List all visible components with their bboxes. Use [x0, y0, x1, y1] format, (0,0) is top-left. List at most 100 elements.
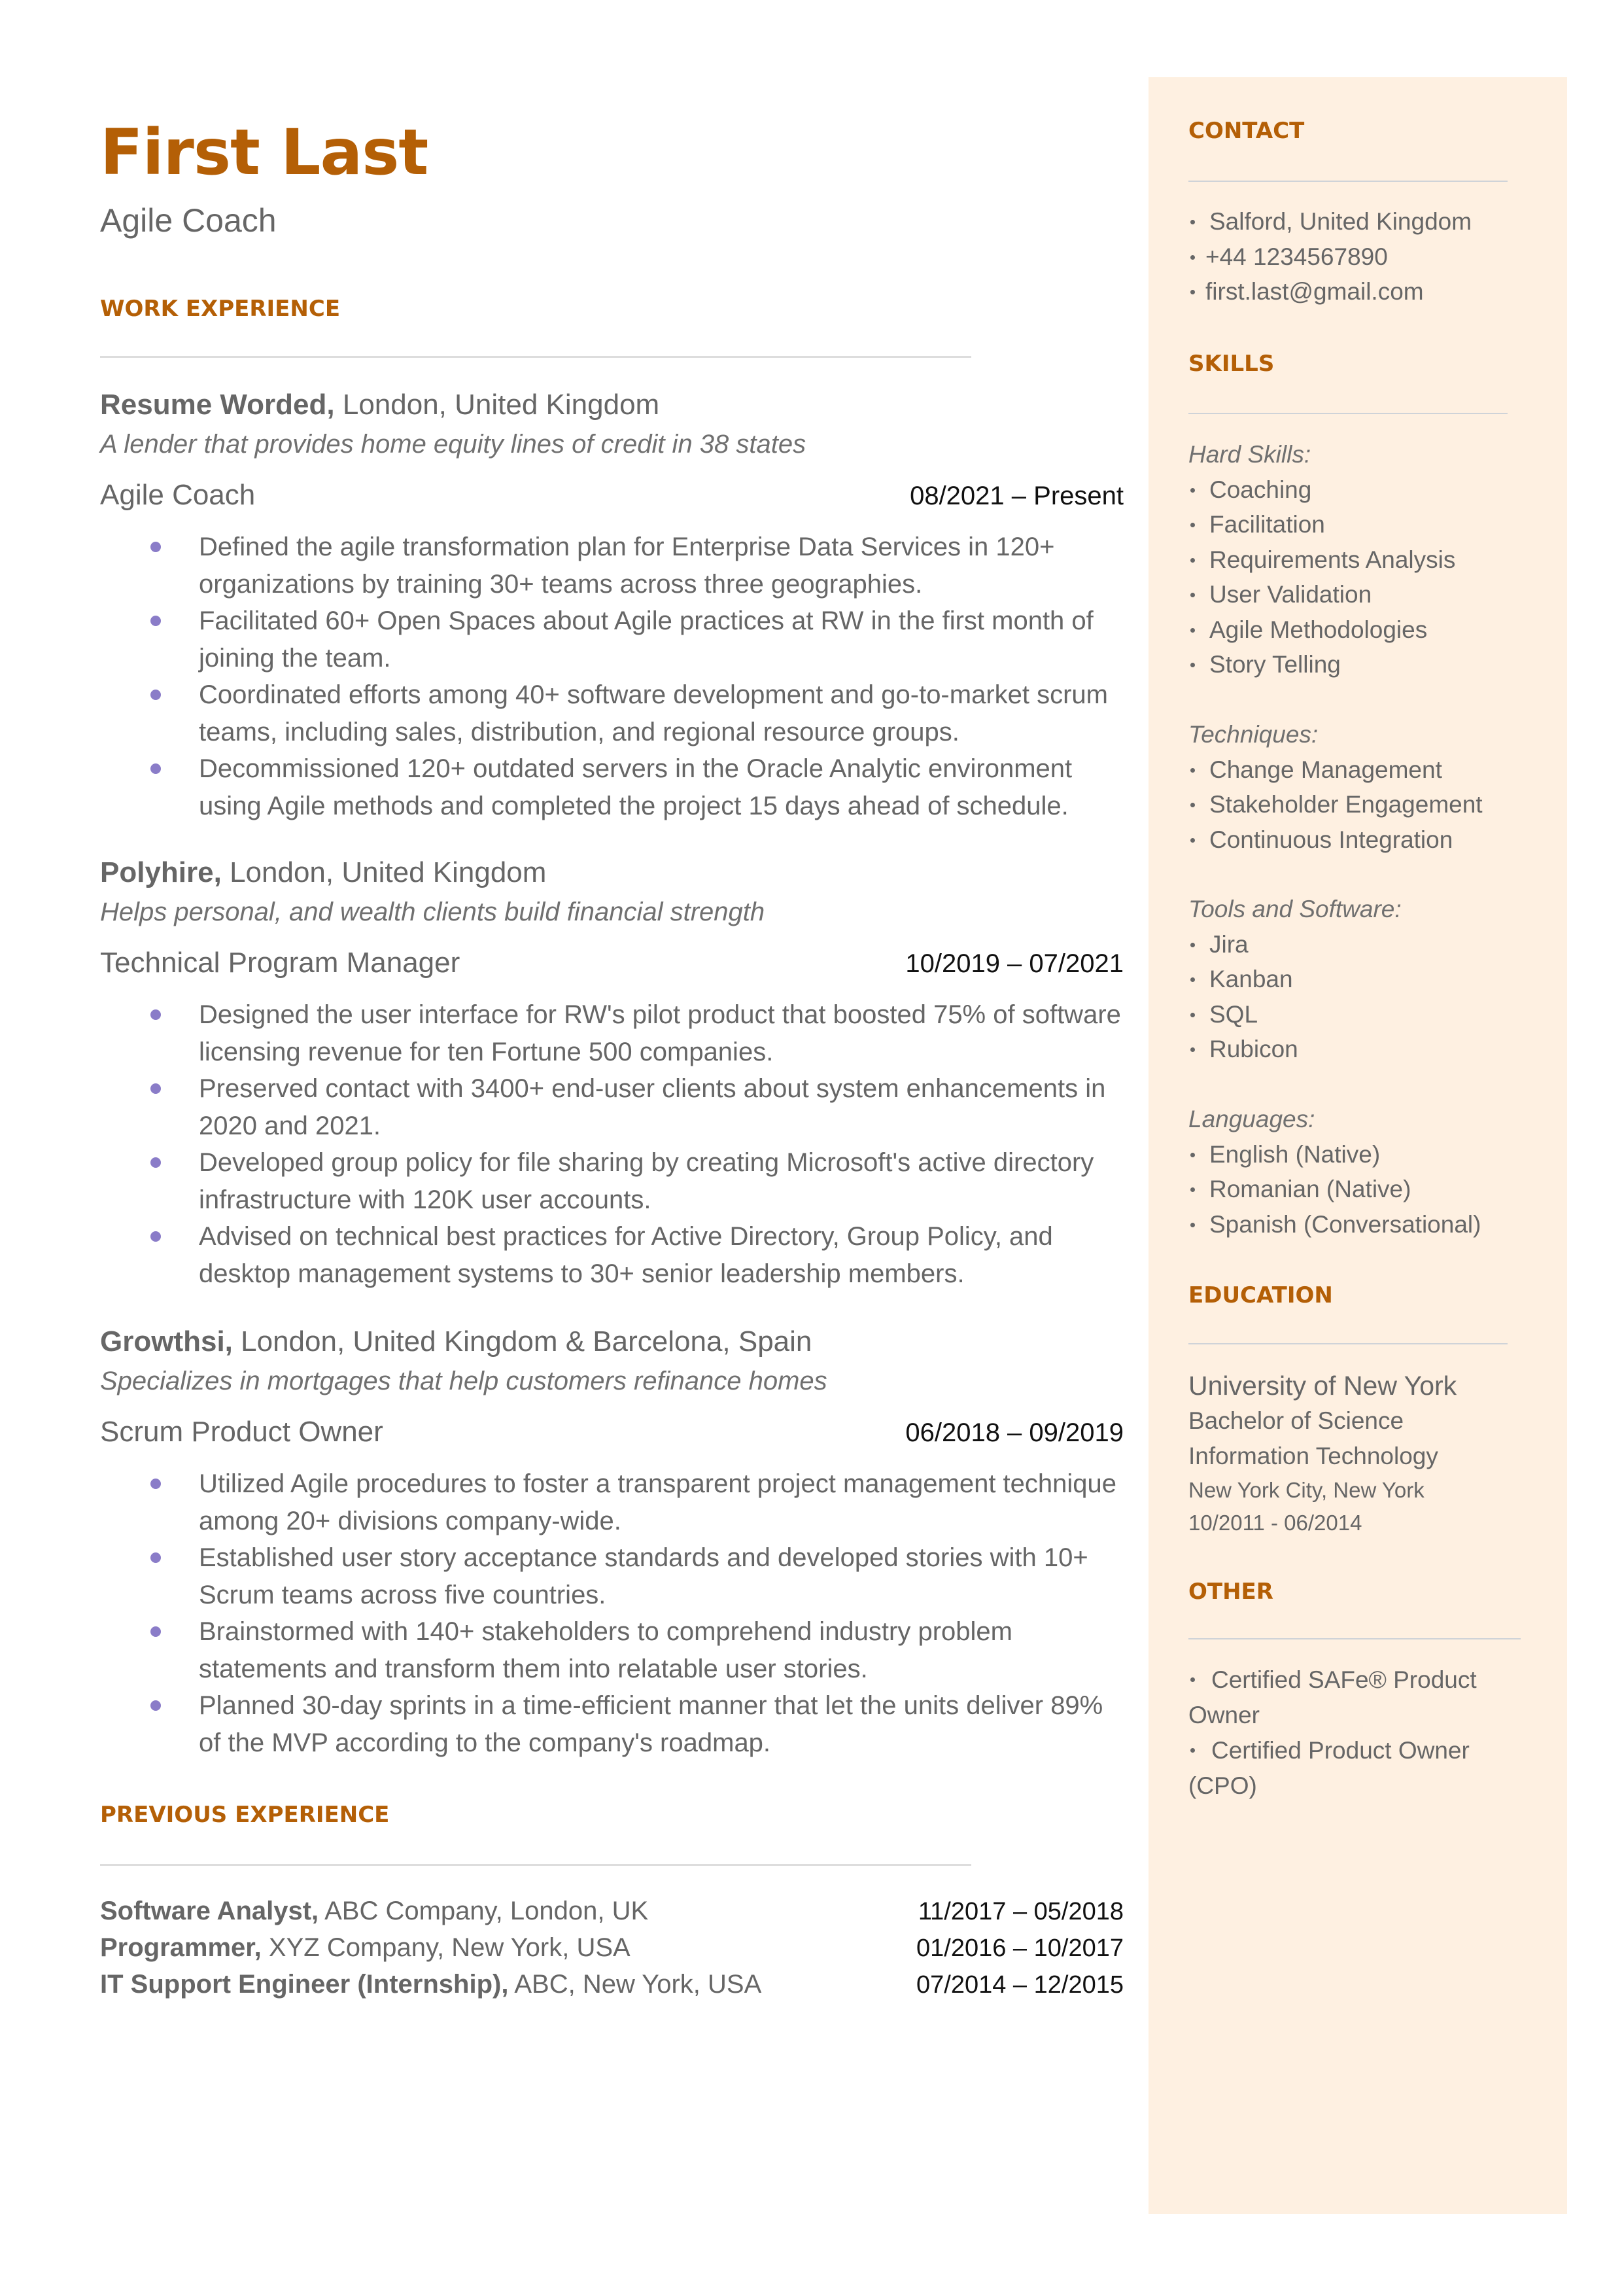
bullet-text: Designed the user interface for RW's pil…	[199, 1000, 1121, 1066]
bullet-text: Brainstormed with 140+ stakeholders to c…	[199, 1617, 1012, 1683]
company-location: London, United Kingdom	[342, 389, 660, 421]
contact-phone[interactable]: +44 1234567890	[1188, 239, 1555, 275]
company-tagline: Helps personal, and wealth clients build…	[100, 898, 765, 926]
bullet-item: Brainstormed with 140+ stakeholders to c…	[100, 1613, 1128, 1687]
bullet-dot-icon	[1190, 1012, 1195, 1017]
skills-heading: SKILLS	[1188, 351, 1275, 377]
bullet-dot-icon	[1190, 663, 1195, 667]
certification-text: Certified Product Owner (CPO)	[1188, 1737, 1470, 1799]
skill-text: User Validation	[1209, 581, 1372, 608]
previous-job-role: Programmer,	[100, 1933, 262, 1962]
bullet-dot-icon	[1190, 593, 1195, 597]
bullet-dot-icon	[1190, 1187, 1195, 1192]
previous-job-detail: ABC Company, London, UK	[324, 1897, 649, 1925]
bullet-dot-icon	[1190, 627, 1195, 633]
education-dates: 10/2011 - 06/2014	[1188, 1511, 1362, 1535]
job-entry: Polyhire, London, United Kingdom Helps p…	[100, 854, 1124, 1292]
skill-text: Jira	[1209, 930, 1249, 958]
skill-text: Rubicon	[1209, 1036, 1298, 1062]
company-name: Growthsi,	[100, 1325, 233, 1358]
previous-experience-heading: PREVIOUS EXPERIENCE	[100, 1802, 390, 1828]
skills-group-languages: Languages: English (Native) Romanian (Na…	[1188, 1102, 1555, 1242]
skill-text: Continuous Integration	[1209, 826, 1453, 853]
skill-text: Story Telling	[1209, 651, 1341, 678]
skills-group-techniques: Techniques: Change Management Stakeholde…	[1188, 717, 1555, 857]
contact-heading: CONTACT	[1188, 118, 1305, 144]
bullet-item: Defined the agile transformation plan fo…	[100, 529, 1128, 603]
email-link[interactable]: first.last@gmail.com	[1205, 278, 1424, 305]
skill-item: Jira	[1188, 927, 1555, 962]
bullet-text: Established user story acceptance standa…	[199, 1543, 1088, 1609]
bullet-dot-icon	[1190, 1222, 1195, 1227]
skill-text: Stakeholder Engagement	[1209, 791, 1483, 818]
skill-item: Kanban	[1188, 962, 1555, 997]
skill-item: Continuous Integration	[1188, 822, 1555, 858]
skills-group-tools: Tools and Software: Jira Kanban SQL Rubi…	[1188, 892, 1555, 1067]
bullet-text: Advised on technical best practices for …	[199, 1222, 1053, 1288]
bullet-text: Coordinated efforts among 40+ software d…	[199, 680, 1108, 746]
skill-text: Agile Methodologies	[1209, 616, 1428, 643]
contact-email[interactable]: first.last@gmail.com	[1188, 274, 1555, 309]
bullet-dot-icon	[1190, 523, 1195, 527]
bullet-dot-icon	[150, 1700, 161, 1711]
job-bullets: Designed the user interface for RW's pil…	[100, 996, 1124, 1292]
bullet-item: Decommissioned 120+ outdated servers in …	[100, 750, 1128, 824]
previous-job-row: IT Support Engineer (Internship), ABC, N…	[100, 1966, 1124, 2003]
bullet-text: Preserved contact with 3400+ end-user cl…	[199, 1074, 1106, 1140]
bullet-dot-icon	[1190, 837, 1195, 843]
bullet-dot-icon	[1190, 803, 1195, 807]
skill-item: User Validation	[1188, 577, 1555, 612]
contact-divider	[1188, 181, 1508, 182]
skill-text: Facilitation	[1209, 511, 1325, 538]
skill-item: SQL	[1188, 997, 1555, 1032]
previous-job-row: Programmer, XYZ Company, New York, USA 0…	[100, 1929, 1124, 1967]
job-entry: Resume Worded, London, United Kingdom A …	[100, 387, 1124, 824]
bullet-dot-icon	[150, 763, 161, 774]
job-title: Agile Coach	[100, 479, 256, 511]
bullet-item: Facilitated 60+ Open Spaces about Agile …	[100, 603, 1128, 676]
skill-text: English (Native)	[1209, 1140, 1381, 1168]
job-dates: 10/2019 – 07/2021	[905, 949, 1124, 978]
skills-group-label: Languages:	[1188, 1106, 1315, 1132]
bullet-dot-icon	[150, 1157, 161, 1168]
bullet-dot-icon	[150, 1009, 161, 1020]
skill-item: Change Management	[1188, 752, 1555, 788]
candidate-headline: Agile Coach	[100, 202, 277, 239]
certification-item: Certified SAFe® Product Owner	[1188, 1662, 1496, 1733]
previous-job-role: IT Support Engineer (Internship),	[100, 1970, 509, 1999]
job-dates: 06/2018 – 09/2019	[905, 1418, 1124, 1447]
education-location: New York City, New York	[1188, 1478, 1425, 1502]
job-entry: Growthsi, London, United Kingdom & Barce…	[100, 1323, 1124, 1761]
company-tagline: A lender that provides home equity lines…	[100, 430, 806, 459]
company-tagline: Specializes in mortgages that help custo…	[100, 1367, 827, 1395]
job-title: Scrum Product Owner	[100, 1416, 383, 1448]
skill-item: Facilitation	[1188, 507, 1555, 542]
contact-text: Salford, United Kingdom	[1209, 208, 1472, 235]
skill-text: Kanban	[1209, 966, 1293, 992]
skills-group-label: Hard Skills:	[1188, 441, 1311, 468]
candidate-name: First Last	[100, 116, 428, 189]
previous-job-dates: 11/2017 – 05/2018	[918, 1898, 1124, 1925]
skill-item: Agile Methodologies	[1188, 612, 1555, 648]
work-experience-divider	[100, 356, 971, 358]
company-location: London, United Kingdom	[230, 856, 547, 888]
skill-item: Coaching	[1188, 472, 1555, 508]
skill-text: Romanian (Native)	[1209, 1176, 1411, 1202]
skills-list: Jira Kanban SQL Rubicon	[1188, 927, 1555, 1067]
role-row: Scrum Product Owner 06/2018 – 09/2019	[100, 1412, 1124, 1452]
skill-item: Rubicon	[1188, 1032, 1555, 1067]
previous-job-role: Software Analyst,	[100, 1897, 319, 1925]
company-line: Resume Worded, London, United Kingdom	[100, 387, 1124, 423]
previous-job-detail: XYZ Company, New York, USA	[268, 1933, 631, 1962]
other-list: Certified SAFe® Product Owner Certified …	[1188, 1662, 1496, 1804]
skills-group-label: Techniques:	[1188, 721, 1319, 748]
company-line: Polyhire, London, United Kingdom	[100, 854, 1124, 891]
bullet-dot-icon	[150, 542, 161, 552]
bullet-item: Preserved contact with 3400+ end-user cl…	[100, 1070, 1128, 1144]
skill-item: English (Native)	[1188, 1137, 1555, 1172]
phone-link[interactable]: +44 1234567890	[1205, 243, 1388, 270]
other-heading: OTHER	[1188, 1579, 1273, 1605]
bullet-text: Facilitated 60+ Open Spaces about Agile …	[199, 606, 1094, 673]
bullet-dot-icon	[1190, 1747, 1195, 1753]
bullet-dot-icon	[1190, 254, 1195, 260]
